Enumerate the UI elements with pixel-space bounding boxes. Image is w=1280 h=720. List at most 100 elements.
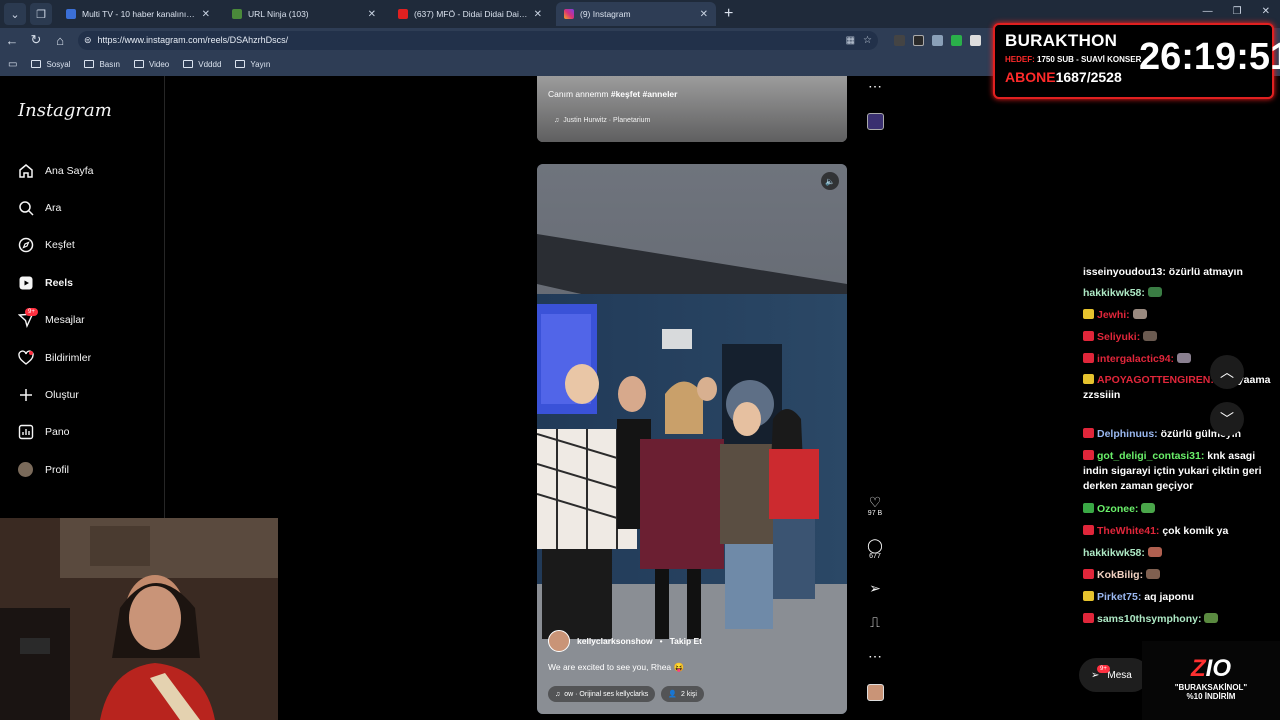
bookmark-folder[interactable]: Video <box>133 60 169 69</box>
extension-icon[interactable] <box>894 34 905 46</box>
messenger-icon: 9+ <box>17 307 38 329</box>
chat-username[interactable]: got_deligi_contasi31: <box>1097 450 1204 462</box>
browser-tab-active[interactable]: (9) Instagram ✕ <box>556 2 716 26</box>
chat-emote-icon <box>1141 503 1156 513</box>
extension-icon[interactable] <box>951 34 962 46</box>
nav-item-reels[interactable]: Reels <box>17 264 93 301</box>
caption-hashtags[interactable]: #keşfet #anneler <box>611 89 678 99</box>
chat-username[interactable]: APOYAGOTTENGIREN: <box>1097 374 1214 386</box>
share-icon: ➢ <box>869 580 881 596</box>
chat-message: Pirket75: aq japonu <box>1083 590 1277 605</box>
audio-thumbnail-button[interactable] <box>862 684 888 701</box>
chat-username[interactable]: TheWhite41: <box>1097 525 1159 537</box>
close-icon[interactable]: ✕ <box>368 9 376 20</box>
previous-reel-image <box>537 76 847 142</box>
author-avatar[interactable] <box>548 630 570 652</box>
chat-username[interactable]: Pirket75: <box>1097 591 1141 603</box>
chat-username[interactable]: Ozonee: <box>1097 503 1138 515</box>
webcam-frame <box>0 518 278 720</box>
scroll-down-button[interactable]: ﹀ <box>1210 402 1244 436</box>
reel-video[interactable]: 🔈 kellyclarksonshow • Takip Et We are ex… <box>537 164 847 714</box>
person-icon: 👤 <box>668 691 677 698</box>
reading-list-icon[interactable]: ▭ <box>8 59 17 70</box>
browser-tab[interactable]: URL Ninja (103) ✕ <box>224 2 384 26</box>
chat-username[interactable]: isseinyoudou13: <box>1083 266 1166 278</box>
extension-icon[interactable] <box>913 34 924 46</box>
chat-message: got_deligi_contasi31: knk asagi indin si… <box>1083 449 1277 494</box>
bookmark-folder[interactable]: Yayın <box>235 60 270 69</box>
mute-toggle-icon[interactable]: 🔈 <box>821 172 839 190</box>
chat-badge-icon <box>1083 428 1094 438</box>
close-window-icon[interactable]: ✕ <box>1262 6 1270 17</box>
messages-pill[interactable]: ➢ 9+ Mesa <box>1079 658 1149 692</box>
nav-item-home[interactable]: Ana Sayfa <box>17 152 93 189</box>
close-icon[interactable]: ✕ <box>700 9 708 20</box>
extension-icon[interactable] <box>970 34 981 46</box>
reload-icon[interactable]: ↻ <box>24 32 48 48</box>
home-icon[interactable]: ⌂ <box>48 33 72 48</box>
nav-item-profile[interactable]: Profil <box>17 451 93 488</box>
chat-username[interactable]: Delphinuus: <box>1097 428 1158 440</box>
nav-item-search[interactable]: Ara <box>17 189 93 226</box>
chat-emote-icon <box>1146 569 1161 579</box>
previous-reel-audio[interactable]: ♫ Justin Hurwitz · Planetarium <box>554 117 650 124</box>
chat-username[interactable]: sams10thsymphony: <box>1097 613 1201 625</box>
previous-reel-card[interactable]: Canım annemm #keşfet #anneler ♫ Justin Hu… <box>537 76 847 142</box>
nav-item-dashboard[interactable]: Pano <box>17 414 93 451</box>
nav-item-notifications[interactable]: Bildirimler <box>17 339 93 376</box>
browser-tab[interactable]: Multi TV - 10 haber kanalını aynı a ✕ <box>58 2 218 26</box>
instagram-logo[interactable]: Instagram <box>18 100 112 121</box>
tab-favicon <box>232 9 242 19</box>
bookmark-folder[interactable]: Basın <box>84 60 120 69</box>
chat-emote-icon <box>1147 547 1162 557</box>
restore-icon[interactable]: ❐ <box>1233 6 1242 17</box>
more-icon: ⋯ <box>868 78 882 94</box>
tagged-people-pill[interactable]: 👤 2 kişi <box>661 686 704 702</box>
chat-username[interactable]: hakkikwk58: <box>1083 547 1145 559</box>
split-view-icon[interactable]: ▦ <box>846 35 855 46</box>
chat-username[interactable]: Jewhi: <box>1097 309 1130 321</box>
folder-icon <box>84 60 95 68</box>
favorite-star-icon[interactable]: ☆ <box>863 35 872 46</box>
share-button[interactable]: ➢ <box>862 580 888 596</box>
close-icon[interactable]: ✕ <box>202 9 210 20</box>
tagged-count: 2 kişi <box>681 690 697 698</box>
bookmark-folder[interactable]: Vdddd <box>183 60 221 69</box>
extension-icon[interactable] <box>932 34 943 46</box>
audio-pill[interactable]: ♫ ow · Orijinal ses kellyclarks <box>548 686 656 702</box>
address-bar[interactable]: ⊜ https://www.instagram.com/reels/DSAhzr… <box>78 30 878 50</box>
chat-badge-icon <box>1083 613 1094 623</box>
previous-reel-caption: Canım annemm #keşfet #anneler <box>548 89 677 99</box>
save-button[interactable]: ⎍ <box>862 614 888 630</box>
workspaces-button[interactable]: ❐ <box>30 3 52 25</box>
chat-username[interactable]: Seliyuki: <box>1097 331 1140 343</box>
tab-list-button[interactable]: ⌄ <box>4 3 26 25</box>
new-tab-button[interactable]: + <box>724 5 733 23</box>
nav-label: Oluştur <box>45 389 79 402</box>
site-info-icon[interactable]: ⊜ <box>84 35 92 46</box>
previous-reel-thumbnail[interactable] <box>862 113 888 130</box>
close-icon[interactable]: ✕ <box>534 9 542 20</box>
scroll-up-button[interactable]: ︿ <box>1210 355 1244 389</box>
tab-title: (9) Instagram <box>580 9 631 19</box>
subs-value: 1687/2528 <box>1055 69 1122 85</box>
nav-item-create[interactable]: Oluştur <box>17 376 93 413</box>
follow-button[interactable]: Takip Et <box>670 636 702 646</box>
nav-item-explore[interactable]: Keşfet <box>17 227 93 264</box>
minimize-icon[interactable]: — <box>1203 6 1213 17</box>
chat-text: çok komik ya <box>1159 525 1229 537</box>
like-button[interactable]: ♡ 97 B <box>862 494 888 517</box>
bookmark-folder[interactable]: Sosyal <box>31 60 70 69</box>
chat-username[interactable]: intergalactic94: <box>1097 353 1174 365</box>
author-username[interactable]: kellyclarksonshow <box>577 636 653 646</box>
back-icon[interactable]: ← <box>0 33 24 48</box>
chat-username[interactable]: KokBilig: <box>1097 569 1143 581</box>
home-icon <box>17 162 34 179</box>
chat-username[interactable]: hakkikwk58: <box>1083 287 1145 299</box>
nav-item-messages[interactable]: 9+ Mesajlar <box>17 302 93 339</box>
more-options-top[interactable]: ⋯ <box>862 78 888 94</box>
instagram-nav: Ana Sayfa Ara Keşfet Reels 9+ Mesajlar B… <box>17 152 93 489</box>
more-options-button[interactable]: ⋯ <box>862 648 888 664</box>
comment-button[interactable]: ◯ 677 <box>862 537 888 560</box>
browser-tab[interactable]: (637) MFÖ - Didai Didai Dai - Türk ✕ <box>390 2 550 26</box>
